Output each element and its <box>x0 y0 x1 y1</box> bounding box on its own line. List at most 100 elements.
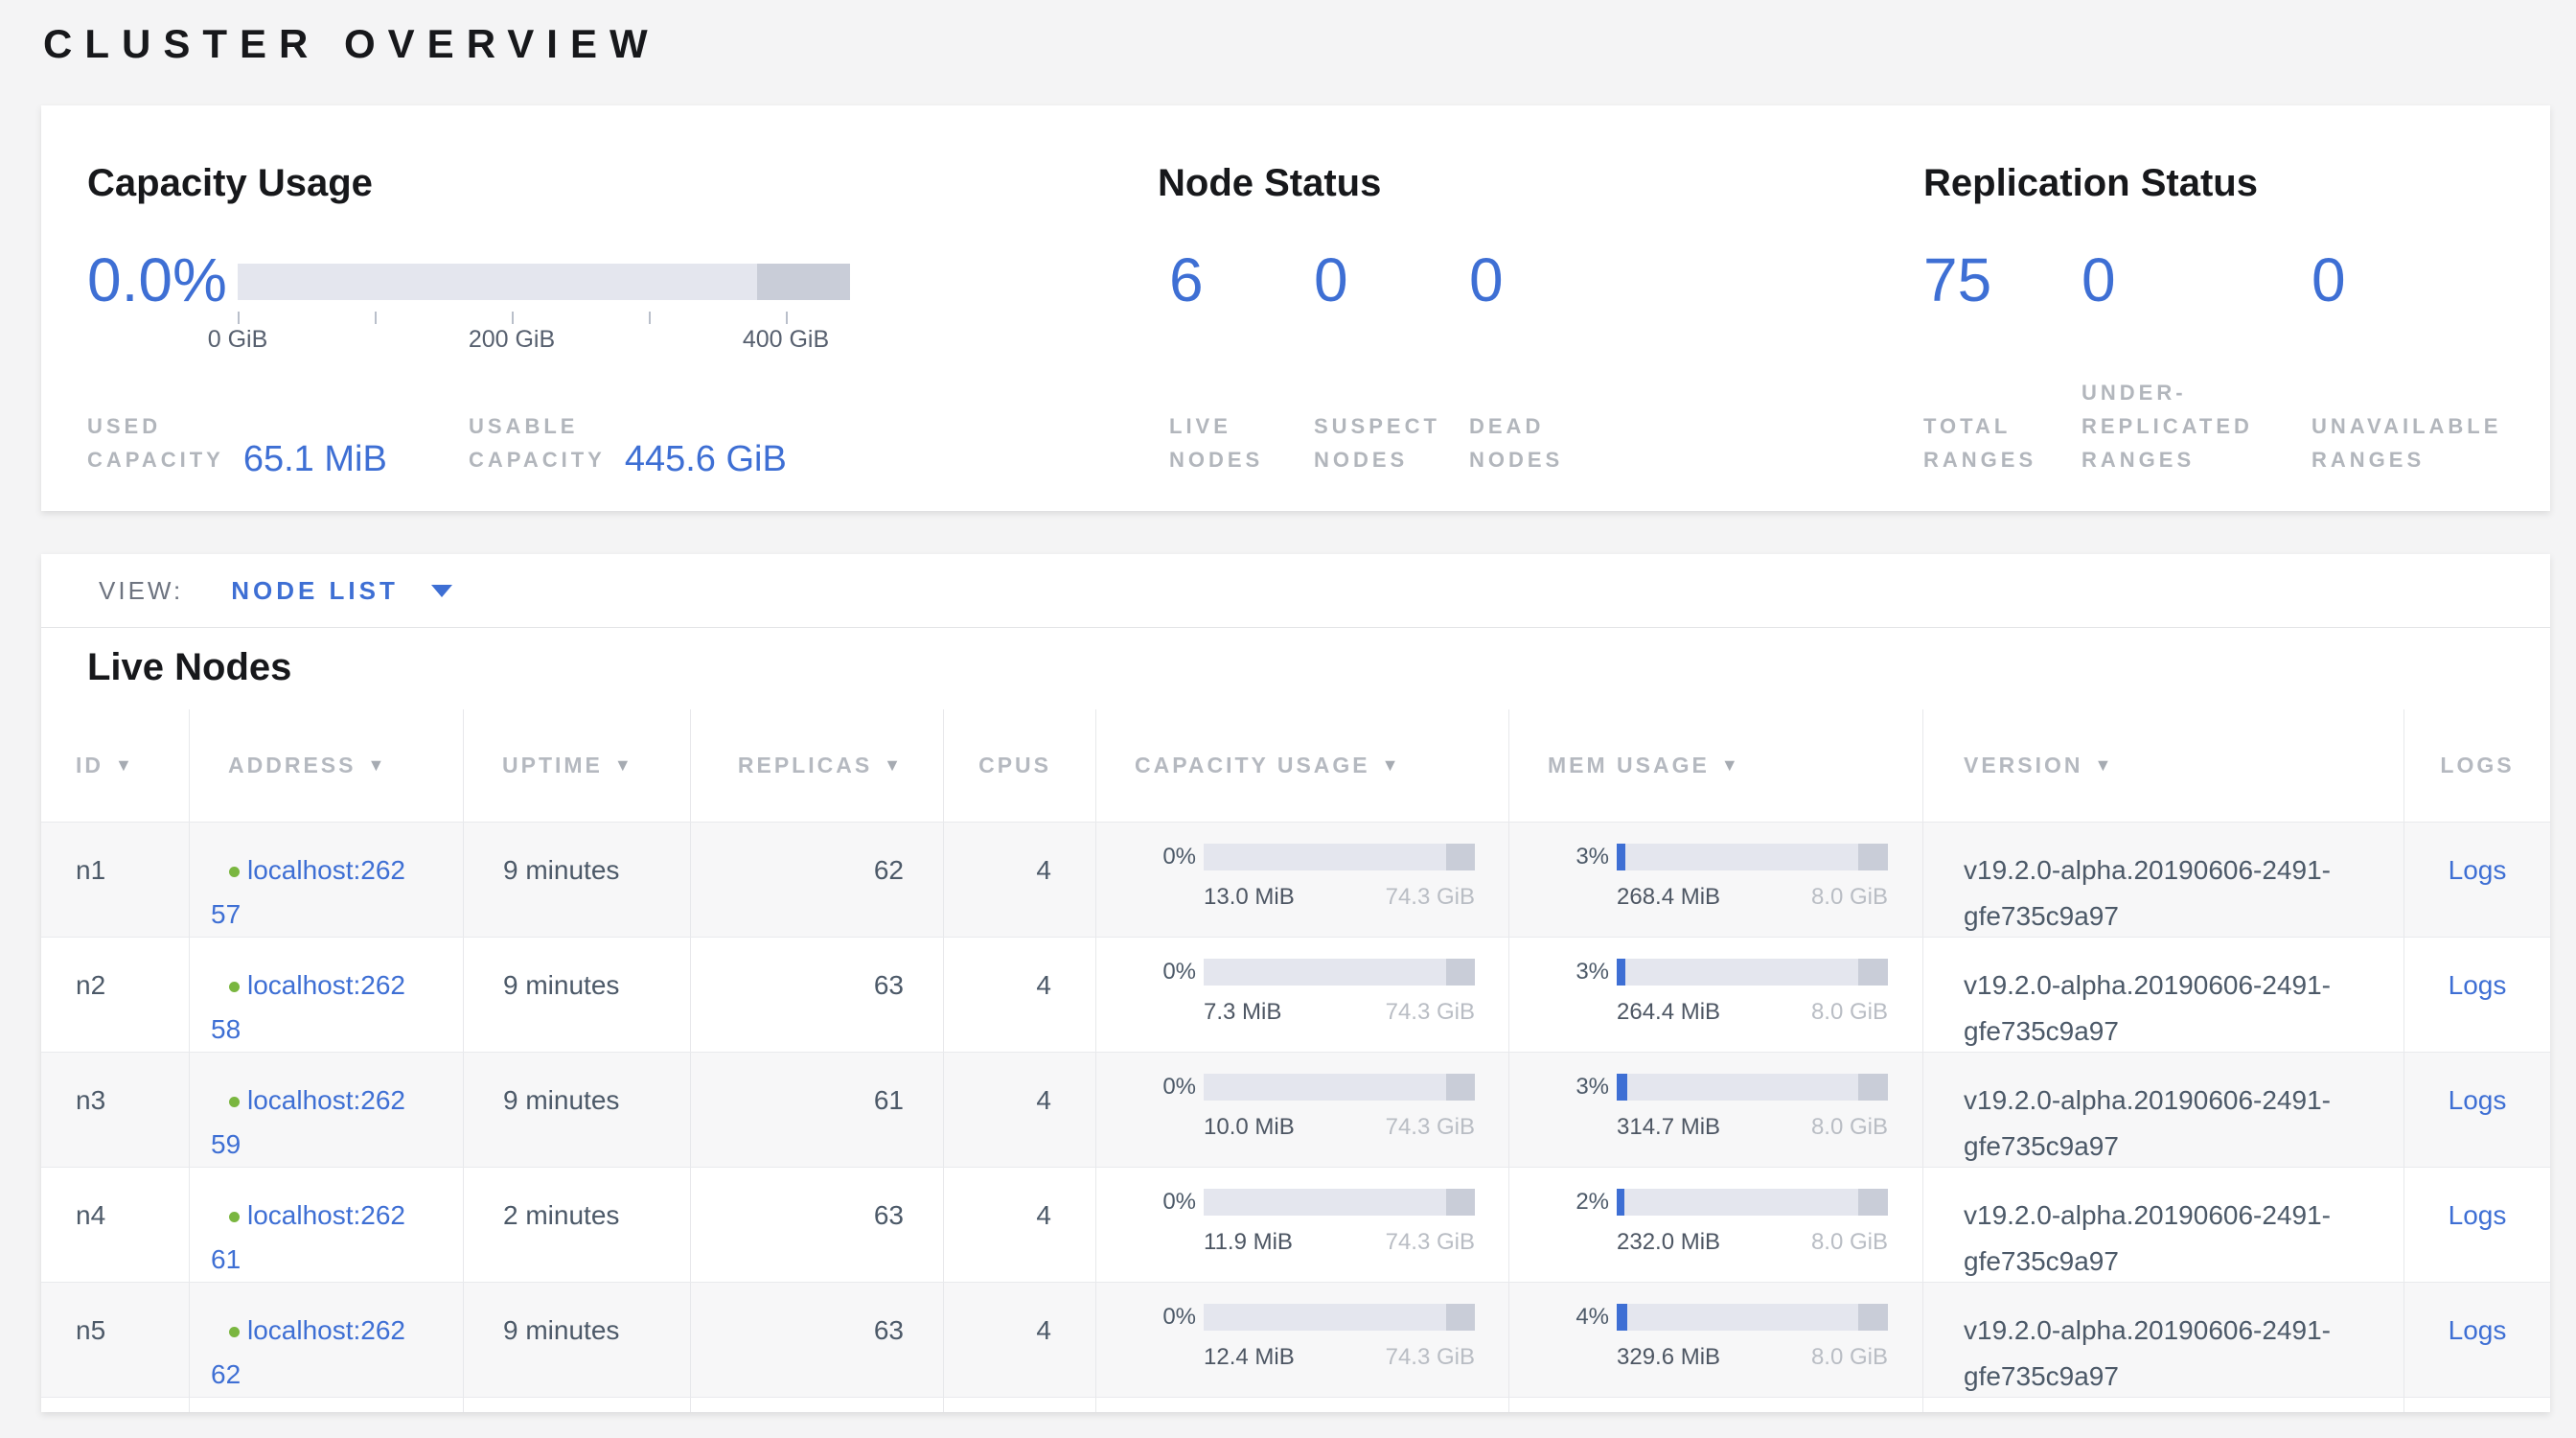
capacity-total-value: 74.3 GiB <box>1386 878 1475 916</box>
capacity-bar-reserved <box>1446 1074 1475 1101</box>
node-cpus-cell: 4 <box>943 938 1095 1052</box>
mem-total-value: 8.0 GiB <box>1811 1108 1888 1147</box>
node-address-cell: localhost:26258 <box>189 938 463 1052</box>
node-uptime-cell: 2 minutes <box>463 1168 690 1282</box>
view-bar: VIEW: NODE LIST <box>41 554 2550 628</box>
capacity-bar <box>1204 1189 1475 1216</box>
axis-label: 200 GiB <box>469 326 555 354</box>
mem-bar-fill <box>1617 959 1625 986</box>
node-list-card: VIEW: NODE LIST Live Nodes ID▼ ADDRESS▼ … <box>41 554 2550 1412</box>
table-row: n2 localhost:26258 9 minutes 63 4 0% 7.3… <box>41 937 2550 1052</box>
capacity-bar-reserved <box>1446 1189 1475 1216</box>
node-cpus-cell: 4 <box>943 1053 1095 1167</box>
used-capacity-value: 65.1 MiB <box>243 439 387 480</box>
mem-bar-reserved <box>1858 1189 1888 1216</box>
column-header-capacity-usage[interactable]: CAPACITY USAGE▼ <box>1095 709 1508 822</box>
capacity-bar-reserved <box>1446 844 1475 870</box>
node-capacity-usage-cell: 0% 11.9 MiB 74.3 GiB <box>1095 1168 1508 1282</box>
node-capacity-usage-cell: 0% 13.0 MiB 74.3 GiB <box>1095 823 1508 937</box>
node-capacity-usage-cell: 0% 12.4 MiB 74.3 GiB <box>1095 1283 1508 1397</box>
table-row: n1 localhost:26257 9 minutes 62 4 0% 13.… <box>41 822 2550 937</box>
node-address-link[interactable]: localhost:26259 <box>229 1085 463 1168</box>
mem-bar-reserved <box>1858 844 1888 870</box>
column-header-uptime[interactable]: UPTIME▼ <box>463 709 690 822</box>
column-header-id[interactable]: ID▼ <box>41 709 189 822</box>
table-header-row: ID▼ ADDRESS▼ UPTIME▼ REPLICAS▼ CPUS CAPA… <box>41 709 2550 822</box>
column-header-mem-usage[interactable]: MEM USAGE▼ <box>1508 709 1922 822</box>
node-replicas-cell: 62 <box>690 823 943 937</box>
node-version-cell: v19.2.0-alpha.20190606-2491-gfe735c9a97 <box>1922 1168 2404 1282</box>
node-replicas-cell: 61 <box>690 1053 943 1167</box>
view-selector-dropdown[interactable]: NODE LIST <box>231 576 452 606</box>
logs-link[interactable]: Logs <box>2449 1315 2507 1345</box>
column-header-replicas[interactable]: REPLICAS▼ <box>690 709 943 822</box>
live-status-dot-icon <box>229 1097 240 1107</box>
capacity-used-value: 12.4 MiB <box>1204 1338 1295 1377</box>
table-row-partial <box>41 1397 2550 1412</box>
node-address-cell: localhost:26259 <box>189 1053 463 1167</box>
mem-used-value: 268.4 MiB <box>1617 878 1720 916</box>
node-uptime-cell: 9 minutes <box>463 823 690 937</box>
live-status-dot-icon <box>229 867 240 877</box>
mem-bar <box>1617 959 1888 986</box>
mem-percent: 2% <box>1509 1189 1609 1216</box>
capacity-total-value: 74.3 GiB <box>1386 993 1475 1032</box>
node-cpus-cell: 4 <box>943 823 1095 937</box>
total-ranges-label: TOTALRANGES <box>1923 409 2036 476</box>
capacity-total-value: 74.3 GiB <box>1386 1108 1475 1147</box>
suspect-nodes-label: SUSPECTNODES <box>1314 409 1440 476</box>
mem-bar-reserved <box>1858 959 1888 986</box>
logs-link[interactable]: Logs <box>2449 855 2507 885</box>
node-capacity-usage-cell: 0% 7.3 MiB 74.3 GiB <box>1095 938 1508 1052</box>
node-version-cell: v19.2.0-alpha.20190606-2491-gfe735c9a97 <box>1922 1053 2404 1167</box>
node-address-link[interactable]: localhost:26258 <box>229 970 463 1053</box>
logs-link[interactable]: Logs <box>2449 1200 2507 1230</box>
node-mem-usage-cell: 4% 329.6 MiB 8.0 GiB <box>1508 1283 1922 1397</box>
column-header-version[interactable]: VERSION▼ <box>1922 709 2404 822</box>
table-row: n3 localhost:26259 9 minutes 61 4 0% 10.… <box>41 1052 2550 1167</box>
capacity-bar <box>1204 959 1475 986</box>
view-label: VIEW: <box>99 576 183 606</box>
column-header-cpus: CPUS <box>943 709 1095 822</box>
capacity-percent: 0% <box>1096 844 1196 870</box>
node-replicas-cell: 63 <box>690 938 943 1052</box>
node-id-cell: n3 <box>41 1053 189 1167</box>
node-id-cell: n5 <box>41 1283 189 1397</box>
node-address-cell: localhost:26257 <box>189 823 463 937</box>
mem-percent: 3% <box>1509 1074 1609 1101</box>
node-address-link[interactable]: localhost:26262 <box>229 1315 463 1398</box>
logs-link[interactable]: Logs <box>2449 970 2507 1000</box>
mem-bar-reserved <box>1858 1074 1888 1101</box>
capacity-percent: 0% <box>1096 1074 1196 1101</box>
node-logs-cell: Logs <box>2404 823 2550 937</box>
mem-used-value: 232.0 MiB <box>1617 1223 1720 1262</box>
node-uptime-cell: 9 minutes <box>463 1053 690 1167</box>
column-header-address[interactable]: ADDRESS▼ <box>189 709 463 822</box>
mem-bar <box>1617 1074 1888 1101</box>
capacity-usage-heading: Capacity Usage <box>87 161 373 205</box>
capacity-used-value: 11.9 MiB <box>1204 1223 1293 1262</box>
unavailable-ranges-label: UNAVAILABLERANGES <box>2312 409 2501 476</box>
unavailable-ranges-count: 0 <box>2312 245 2346 314</box>
mem-bar-fill <box>1617 844 1625 870</box>
mem-used-value: 329.6 MiB <box>1617 1338 1720 1377</box>
sort-arrow-icon: ▼ <box>367 755 387 776</box>
mem-bar-fill <box>1617 1189 1624 1216</box>
node-id-cell: n1 <box>41 823 189 937</box>
logs-link[interactable]: Logs <box>2449 1085 2507 1115</box>
capacity-bar <box>1204 1304 1475 1331</box>
node-capacity-usage-cell: 0% 10.0 MiB 74.3 GiB <box>1095 1053 1508 1167</box>
node-mem-usage-cell: 3% 264.4 MiB 8.0 GiB <box>1508 938 1922 1052</box>
node-address-link[interactable]: localhost:26261 <box>229 1200 463 1283</box>
node-logs-cell: Logs <box>2404 1283 2550 1397</box>
under-replicated-ranges-count: 0 <box>2082 245 2116 314</box>
cluster-summary-card: Capacity Usage 0.0% 0 GiB 200 GiB 400 Gi… <box>41 105 2550 511</box>
mem-bar <box>1617 1304 1888 1331</box>
node-address-link[interactable]: localhost:26257 <box>229 855 463 938</box>
live-nodes-label: LIVENODES <box>1169 409 1263 476</box>
live-nodes-count: 6 <box>1169 245 1204 314</box>
mem-total-value: 8.0 GiB <box>1811 993 1888 1032</box>
node-address-cell: localhost:26262 <box>189 1283 463 1397</box>
capacity-total-value: 74.3 GiB <box>1386 1223 1475 1262</box>
mem-used-value: 314.7 MiB <box>1617 1108 1720 1147</box>
